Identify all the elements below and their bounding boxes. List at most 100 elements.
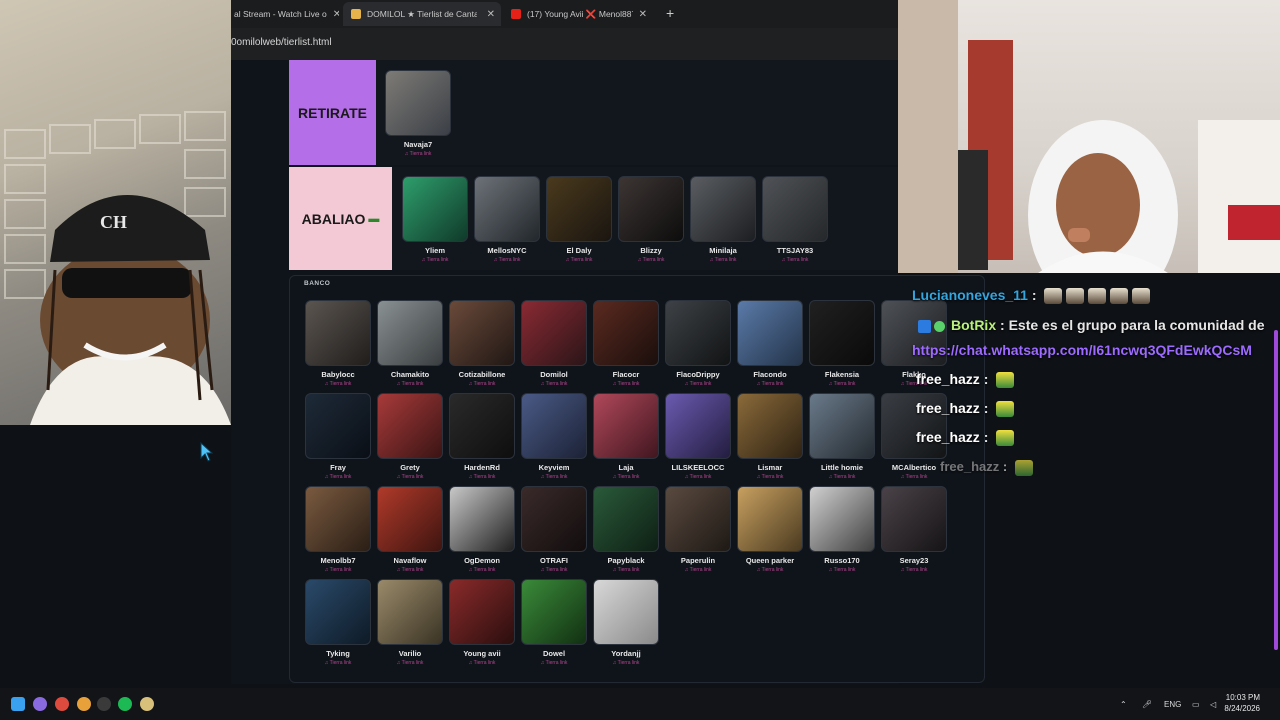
artist-link[interactable]: ♫ Tierra link bbox=[377, 567, 443, 573]
artist-card[interactable]: Menolbb7 ♫ Tierra link bbox=[305, 486, 371, 573]
artist-card[interactable]: Varilio ♫ Tierra link bbox=[377, 579, 443, 666]
artist-link[interactable]: ♫ Tierra link bbox=[305, 660, 371, 666]
artist-card[interactable]: Grety ♫ Tierra link bbox=[377, 393, 443, 480]
artist-link[interactable]: ♫ Tierra link bbox=[665, 567, 731, 573]
close-icon[interactable]: ✕ bbox=[633, 9, 653, 20]
artist-card[interactable]: LILSKEELOCC ♫ Tierra link bbox=[665, 393, 731, 480]
artist-link[interactable]: ♫ Tierra link bbox=[809, 567, 875, 573]
chat-username[interactable]: BotRix bbox=[951, 317, 996, 333]
artist-card[interactable]: Chamakito ♫ Tierra link bbox=[377, 300, 443, 387]
artist-link[interactable]: ♫ Tierra link bbox=[593, 474, 659, 480]
artist-card[interactable]: MellosNYC ♫ Tierra link bbox=[474, 176, 540, 263]
artist-link[interactable]: ♫ Tierra link bbox=[737, 381, 803, 387]
artist-link[interactable]: ♫ Tierra link bbox=[305, 567, 371, 573]
artist-card[interactable]: Russo170 ♫ Tierra link bbox=[809, 486, 875, 573]
artist-link[interactable]: ♫ Tierra link bbox=[809, 381, 875, 387]
artist-card[interactable]: Flakensia ♫ Tierra link bbox=[809, 300, 875, 387]
artist-link[interactable]: ♫ Tierra link bbox=[449, 660, 515, 666]
artist-link[interactable]: ♫ Tierra link bbox=[593, 381, 659, 387]
artist-card[interactable]: Dowel ♫ Tierra link bbox=[521, 579, 587, 666]
address-bar[interactable]: 0omilolweb/tierlist.html bbox=[231, 30, 898, 54]
artist-link[interactable]: ♫ Tierra link bbox=[618, 257, 684, 263]
artist-link[interactable]: ♫ Tierra link bbox=[474, 257, 540, 263]
artist-link[interactable]: ♫ Tierra link bbox=[385, 151, 451, 157]
artist-card[interactable]: Babylocc ♫ Tierra link bbox=[305, 300, 371, 387]
artist-card[interactable]: Queen parker ♫ Tierra link bbox=[737, 486, 803, 573]
close-icon[interactable]: ✕ bbox=[327, 9, 339, 20]
chrome-active-icon[interactable] bbox=[77, 697, 91, 711]
artist-link[interactable]: ♫ Tierra link bbox=[737, 474, 803, 480]
app-icon[interactable] bbox=[140, 697, 154, 711]
artist-link[interactable]: ♫ Tierra link bbox=[377, 381, 443, 387]
artist-link[interactable]: ♫ Tierra link bbox=[762, 257, 828, 263]
tray-chevron-icon[interactable]: ⌃ bbox=[1120, 688, 1127, 720]
chat-username[interactable]: Lucianoneves_11 bbox=[912, 287, 1028, 303]
microphone-icon[interactable]: 🎤︎ bbox=[1142, 688, 1152, 720]
artist-link[interactable]: ♫ Tierra link bbox=[521, 660, 587, 666]
artist-link[interactable]: ♫ Tierra link bbox=[305, 381, 371, 387]
artist-card[interactable]: Yliem ♫ Tierra link bbox=[402, 176, 468, 263]
artist-card[interactable]: Navaja7 ♫ Tierra link bbox=[385, 70, 451, 157]
artist-card[interactable]: Paperulin ♫ Tierra link bbox=[665, 486, 731, 573]
new-tab-icon[interactable]: + bbox=[666, 5, 674, 21]
chat-username[interactable]: free_hazz bbox=[916, 429, 980, 445]
artist-card[interactable]: Minilaja ♫ Tierra link bbox=[690, 176, 756, 263]
chat-username[interactable]: free_hazz bbox=[916, 400, 980, 416]
chat-username[interactable]: free_hazz bbox=[916, 371, 980, 387]
artist-card[interactable]: Flacocr ♫ Tierra link bbox=[593, 300, 659, 387]
tab-stream[interactable]: al Stream - Watch Live o ✕ bbox=[231, 2, 339, 26]
volume-icon[interactable]: ◁ bbox=[1210, 688, 1216, 720]
artist-card[interactable]: Keyviem ♫ Tierra link bbox=[521, 393, 587, 480]
artist-link[interactable]: ♫ Tierra link bbox=[881, 474, 947, 480]
artist-link[interactable]: ♫ Tierra link bbox=[690, 257, 756, 263]
artist-card[interactable]: Navaflow ♫ Tierra link bbox=[377, 486, 443, 573]
artist-card[interactable]: Domilol ♫ Tierra link bbox=[521, 300, 587, 387]
artist-link[interactable]: ♫ Tierra link bbox=[521, 567, 587, 573]
artist-link[interactable]: ♫ Tierra link bbox=[593, 567, 659, 573]
artist-card[interactable]: Papyblack ♫ Tierra link bbox=[593, 486, 659, 573]
artist-card[interactable]: Blizzy ♫ Tierra link bbox=[618, 176, 684, 263]
artist-card[interactable]: El Daly ♫ Tierra link bbox=[546, 176, 612, 263]
artist-link[interactable]: ♫ Tierra link bbox=[449, 381, 515, 387]
artist-link[interactable]: ♫ Tierra link bbox=[665, 381, 731, 387]
artist-link[interactable]: ♫ Tierra link bbox=[449, 567, 515, 573]
artist-card[interactable]: Fray ♫ Tierra link bbox=[305, 393, 371, 480]
artist-card[interactable]: Flacondo ♫ Tierra link bbox=[737, 300, 803, 387]
close-icon[interactable]: ✕ bbox=[481, 9, 501, 20]
artist-link[interactable]: ♫ Tierra link bbox=[377, 474, 443, 480]
artist-card[interactable]: Seray23 ♫ Tierra link bbox=[881, 486, 947, 573]
start-icon[interactable] bbox=[11, 697, 25, 711]
artist-card[interactable]: Yordanjj ♫ Tierra link bbox=[593, 579, 659, 666]
artist-link[interactable]: ♫ Tierra link bbox=[665, 474, 731, 480]
artist-card[interactable]: Lismar ♫ Tierra link bbox=[737, 393, 803, 480]
system-clock[interactable]: 10:03 PM 8/24/2026 bbox=[1224, 692, 1260, 714]
discord-icon[interactable] bbox=[33, 697, 47, 711]
artist-link[interactable]: ♫ Tierra link bbox=[521, 381, 587, 387]
artist-card[interactable]: Tyking ♫ Tierra link bbox=[305, 579, 371, 666]
spotify-icon[interactable] bbox=[118, 697, 132, 711]
chat-scrollbar[interactable] bbox=[1274, 330, 1278, 650]
artist-card[interactable]: HardenRd ♫ Tierra link bbox=[449, 393, 515, 480]
artist-link[interactable]: ♫ Tierra link bbox=[521, 474, 587, 480]
artist-link[interactable]: ♫ Tierra link bbox=[881, 567, 947, 573]
chat-link[interactable]: https://chat.whatsapp.com/I61ncwq3QFdEwk… bbox=[912, 342, 1252, 358]
language-indicator[interactable]: ENG bbox=[1164, 688, 1181, 720]
artist-link[interactable]: ♫ Tierra link bbox=[809, 474, 875, 480]
artist-card[interactable]: OTRAFI ♫ Tierra link bbox=[521, 486, 587, 573]
artist-card[interactable]: Cotizabillone ♫ Tierra link bbox=[449, 300, 515, 387]
artist-card[interactable]: FlacoDrippy ♫ Tierra link bbox=[665, 300, 731, 387]
artist-link[interactable]: ♫ Tierra link bbox=[593, 660, 659, 666]
artist-link[interactable]: ♫ Tierra link bbox=[449, 474, 515, 480]
artist-link[interactable]: ♫ Tierra link bbox=[737, 567, 803, 573]
artist-card[interactable]: Laja ♫ Tierra link bbox=[593, 393, 659, 480]
artist-link[interactable]: ♫ Tierra link bbox=[305, 474, 371, 480]
artist-card[interactable]: TTSJAY83 ♫ Tierra link bbox=[762, 176, 828, 263]
obs-icon[interactable] bbox=[97, 697, 111, 711]
network-icon[interactable]: ▭ bbox=[1192, 688, 1200, 720]
tab-youtube[interactable]: (17) Young Avii ❌ Menol887 - ✕ bbox=[503, 2, 653, 26]
chrome-icon[interactable] bbox=[55, 697, 69, 711]
artist-link[interactable]: ♫ Tierra link bbox=[377, 660, 443, 666]
artist-card[interactable]: Little homie ♫ Tierra link bbox=[809, 393, 875, 480]
tab-tierlist[interactable]: DOMILOL ★ Tierlist de Cantan ✕ bbox=[343, 2, 501, 26]
artist-link[interactable]: ♫ Tierra link bbox=[546, 257, 612, 263]
